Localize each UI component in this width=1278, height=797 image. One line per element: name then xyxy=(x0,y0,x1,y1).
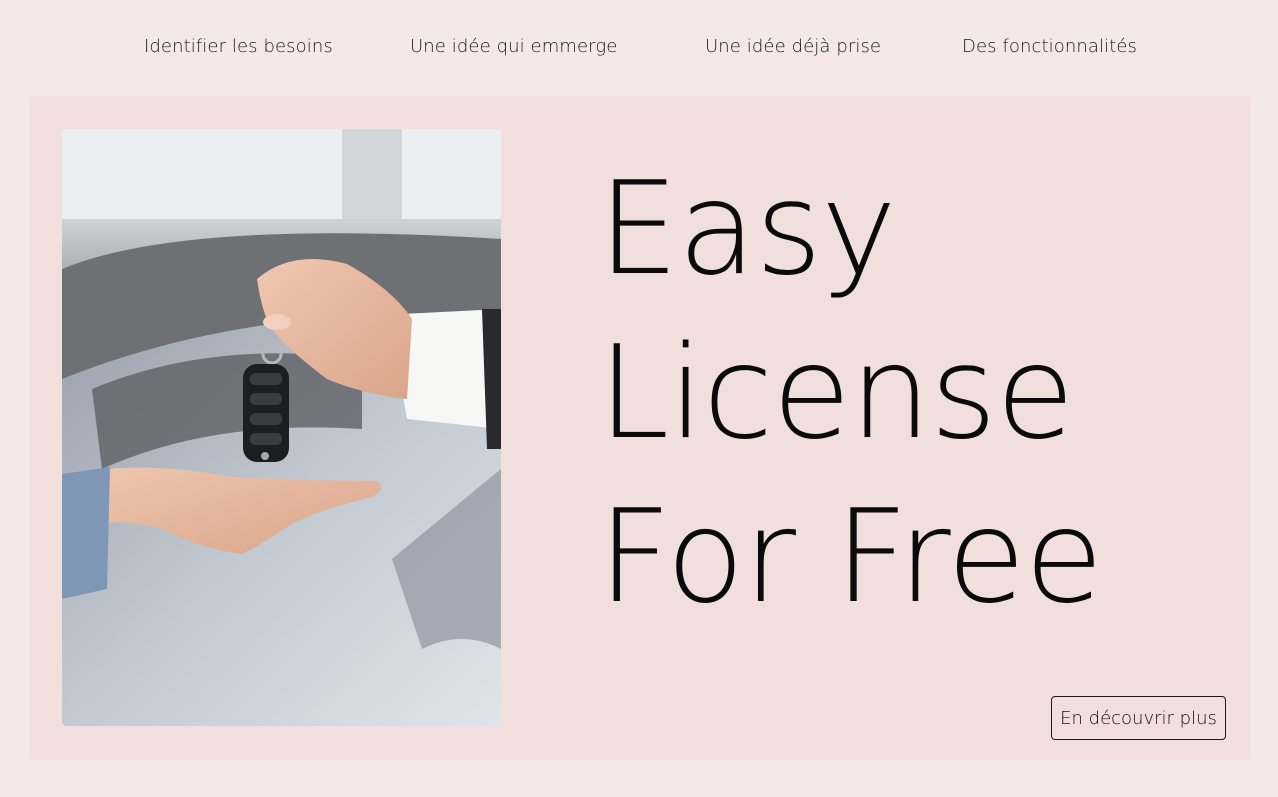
nav-link-une-idee-deja-prise[interactable]: Une idée déjà prise xyxy=(705,36,881,57)
top-navigation: Identifier les besoins Une idée qui emme… xyxy=(0,0,1278,96)
nav-link-une-idee-qui-emmerge[interactable]: Une idée qui emmerge xyxy=(410,36,617,57)
headline-line-1: Easy xyxy=(598,155,897,304)
nav-link-identifier-les-besoins[interactable]: Identifier les besoins xyxy=(144,36,333,57)
discover-more-button[interactable]: En découvrir plus xyxy=(1051,696,1226,740)
car-key-handover-photo-icon xyxy=(62,129,501,726)
car-key-handover-photo xyxy=(62,129,501,726)
hero-section: Easy License For Free En découvrir plus xyxy=(30,96,1250,760)
headline-line-2: License xyxy=(598,319,1075,468)
hero-headline: Easy License For Free xyxy=(598,148,1103,640)
nav-link-des-fonctionnalites[interactable]: Des fonctionnalités xyxy=(962,36,1137,57)
headline-line-3: For Free xyxy=(598,483,1103,632)
